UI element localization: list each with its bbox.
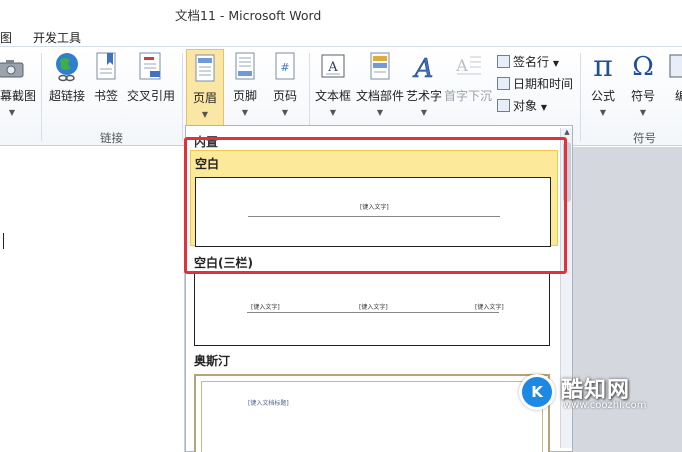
group-separator [41, 53, 42, 141]
chevron-down-icon: ▼ [281, 108, 289, 117]
links-group-label: 链接 [100, 131, 123, 145]
svg-text:#: # [280, 61, 289, 74]
symbol-label: 符号 [630, 89, 655, 103]
svg-text:A: A [455, 56, 468, 75]
group-separator [182, 53, 183, 141]
screenshot-button[interactable]: 屏幕截图 ▼ [0, 51, 38, 117]
chevron-down-icon: ▼ [639, 108, 647, 117]
cross-reference-icon [136, 51, 166, 83]
textbox-icon: A [318, 51, 348, 83]
chevron-down-icon: ▼ [201, 110, 209, 119]
number-label: 编 [674, 89, 682, 103]
signature-line-button[interactable]: 签名行 ▼ [497, 53, 559, 70]
bookmark-icon [91, 51, 121, 83]
object-icon [497, 99, 510, 112]
equation-button[interactable]: π 公式 ▼ [585, 49, 621, 118]
number-icon [666, 51, 682, 83]
hyperlink-button[interactable]: 超链接 [47, 51, 87, 104]
group-separator [580, 53, 581, 141]
dropcap-icon: A [453, 51, 483, 83]
header-button[interactable]: 页眉 ▼ [186, 49, 224, 129]
cross-reference-label: 交叉引用 [126, 89, 175, 103]
placeholder-text: [键入文档标题] [248, 400, 289, 407]
camera-icon [0, 51, 27, 83]
object-button[interactable]: 对象 ▼ [497, 97, 547, 114]
symbol-button[interactable]: Ω 符号 ▼ [626, 51, 660, 117]
svg-text:A: A [413, 54, 434, 83]
coozhi-logo-icon: K [519, 374, 555, 410]
svg-text:A: A [327, 60, 338, 75]
chevron-down-icon: ▼ [540, 103, 547, 112]
chevron-down-icon: ▼ [599, 108, 607, 117]
pi-icon: π [593, 49, 613, 84]
calendar-icon [497, 77, 510, 90]
document-page[interactable] [0, 147, 185, 452]
bookmark-label: 书签 [93, 89, 118, 103]
chevron-down-icon: ▼ [420, 108, 428, 117]
symbols-group-label: 符号 [633, 131, 656, 145]
window-title: 文档11 - Microsoft Word [175, 8, 322, 23]
signature-line-label: 签名行 [513, 55, 550, 69]
hyperlink-label: 超链接 [48, 89, 85, 103]
wordart-icon: A [409, 51, 439, 85]
chevron-down-icon: ▼ [8, 108, 16, 117]
chevron-down-icon: ▼ [376, 108, 384, 117]
title-bar: 文档11 - Microsoft Word [0, 0, 682, 26]
highlight-callout-box [184, 137, 567, 274]
equation-label: 公式 [590, 89, 615, 103]
placeholder-text: [键入文字] [251, 304, 280, 311]
coozhi-watermark: K 酷知网 www.coozhi.com [515, 368, 665, 416]
placeholder-text: [键入文字] [475, 304, 504, 311]
page-number-icon: # [270, 51, 300, 83]
signature-icon [497, 55, 510, 68]
gallery-item-preview: [键入文字] [键入文字] [键入文字] [194, 272, 550, 346]
gallery-item-austin[interactable]: 奥斯汀 [键入文档标题] [190, 350, 558, 452]
tab-view[interactable]: 图 [0, 29, 12, 46]
austin-inner-border [201, 381, 543, 452]
watermark-url: www.coozhi.com [563, 400, 647, 411]
page-number-label: 页码 [272, 89, 297, 103]
chevron-down-icon: ▼ [329, 108, 337, 117]
textbox-label: 文本框 [314, 89, 351, 103]
chevron-down-icon: ▼ [552, 59, 559, 68]
omega-icon: Ω [632, 52, 654, 82]
dropcap-label: 首字下沉 [444, 89, 493, 103]
wordart-button[interactable]: A 艺术字 ▼ [406, 51, 442, 117]
menu-tabs: 图 开发工具 [0, 26, 682, 46]
wordart-label: 艺术字 [406, 89, 443, 103]
dropcap-button[interactable]: A 首字下沉 [444, 51, 492, 104]
gallery-item-preview: [键入文档标题] [194, 374, 550, 452]
quick-parts-button[interactable]: 文档部件 ▼ [355, 51, 405, 117]
globe-link-icon [52, 51, 82, 83]
footer-label: 页脚 [232, 89, 257, 103]
placeholder-text: [键入文字] [359, 304, 388, 311]
bookmark-button[interactable]: 书签 [91, 51, 121, 104]
footer-icon [230, 51, 260, 83]
header-icon [190, 53, 220, 85]
textbox-button[interactable]: A 文本框 ▼ [313, 51, 353, 117]
quick-parts-label: 文档部件 [355, 89, 404, 103]
date-time-label: 日期和时间 [513, 77, 574, 91]
date-time-button[interactable]: 日期和时间 [497, 75, 573, 92]
header-rule [247, 312, 499, 313]
screenshot-label: 屏幕截图 [0, 89, 36, 103]
page-number-button[interactable]: # 页码 ▼ [268, 51, 302, 117]
tab-developer[interactable]: 开发工具 [33, 29, 81, 46]
gallery-item-name: 奥斯汀 [194, 354, 231, 368]
cross-reference-button[interactable]: 交叉引用 [126, 51, 176, 104]
chevron-down-icon: ▼ [241, 108, 249, 117]
object-label: 对象 [513, 99, 538, 113]
number-button[interactable]: 编 [666, 51, 682, 104]
text-cursor [3, 233, 4, 249]
footer-button[interactable]: 页脚 ▼ [229, 51, 261, 117]
quick-parts-icon [365, 51, 395, 83]
header-label: 页眉 [192, 91, 217, 105]
